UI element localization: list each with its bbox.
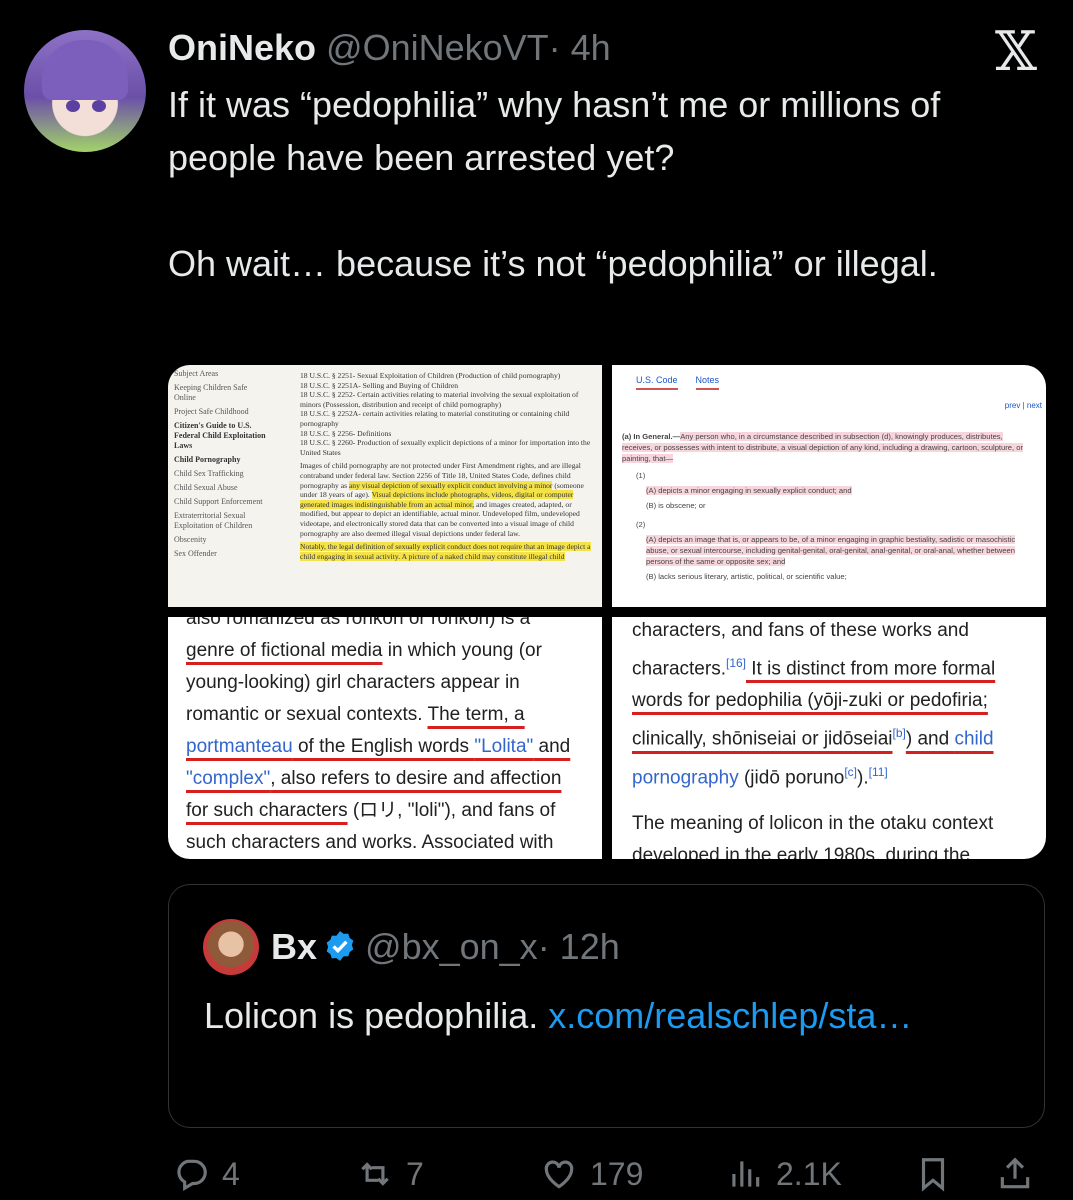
- quote-link[interactable]: x.com/realschlep/sta…: [548, 995, 912, 1036]
- uscode-tabs: U.S. Code Notes: [636, 375, 737, 390]
- bookmark-button[interactable]: [914, 1150, 964, 1198]
- repost-count: 7: [406, 1155, 424, 1192]
- share-icon: [1000, 1157, 1030, 1189]
- tweet-text: If it was “pedophilia” why hasn’t me or …: [168, 84, 941, 284]
- reply-count: 4: [222, 1155, 240, 1192]
- like-count: 179: [590, 1155, 644, 1192]
- prev-next-links: prev | next: [1004, 401, 1042, 410]
- quote-author-name[interactable]: Bx: [271, 926, 317, 967]
- quote-header: Bx @bx_on_x· 12h: [271, 925, 620, 969]
- author-handle[interactable]: @OniNekoVT: [326, 27, 549, 68]
- wiki-excerpt-lolicon: also romanized as rorikon or rorikon) is…: [186, 617, 571, 853]
- quoted-tweet[interactable]: Bx @bx_on_x· 12h Lolicon is pedophilia. x…: [168, 884, 1045, 1128]
- quote-author-handle[interactable]: @bx_on_x: [365, 926, 538, 967]
- action-bar: 4 7 179 2.1K: [168, 1150, 1048, 1198]
- reply-button[interactable]: 4: [172, 1150, 240, 1198]
- media-image-1[interactable]: Subject Areas Keeping Children Safe Onli…: [168, 365, 602, 607]
- media-grid[interactable]: Subject Areas Keeping Children Safe Onli…: [168, 365, 1046, 859]
- heart-icon: [544, 1160, 574, 1189]
- verified-badge-icon: [326, 931, 354, 961]
- like-button[interactable]: 179: [540, 1150, 643, 1198]
- wiki-excerpt-distinct: characters, and fans of these works and …: [632, 620, 996, 859]
- author-name[interactable]: OniNeko: [168, 27, 316, 68]
- doj-sidebar: Subject Areas Keeping Children Safe Onli…: [174, 369, 266, 558]
- media-image-3[interactable]: also romanized as rorikon or rorikon) is…: [168, 617, 602, 859]
- tweet-time[interactable]: · 4h: [549, 27, 611, 68]
- doj-document: 18 U.S.C. § 2251- Sexual Exploitation of…: [300, 371, 591, 561]
- quote-time[interactable]: · 12h: [538, 926, 620, 967]
- bookmark-icon: [921, 1158, 945, 1192]
- views-icon: [732, 1161, 760, 1187]
- repost-button[interactable]: 7: [356, 1150, 424, 1198]
- views-button[interactable]: 2.1K: [726, 1150, 842, 1198]
- media-image-2[interactable]: U.S. Code Notes prev | next (a) In Genera…: [612, 365, 1046, 607]
- views-count: 2.1K: [776, 1155, 842, 1192]
- quote-text: Lolicon is pedophilia. x.com/realschlep/…: [204, 995, 913, 1036]
- repost-icon: [361, 1162, 389, 1186]
- uscode-text: (a) In General.—Any person who, in a cir…: [622, 432, 1023, 581]
- tweet-header: OniNeko @OniNekoVT· 4h: [168, 26, 611, 70]
- reply-icon: [177, 1159, 207, 1192]
- media-image-4[interactable]: characters, and fans of these works and …: [612, 617, 1046, 859]
- quote-author-avatar[interactable]: [203, 919, 259, 975]
- x-logo-icon: 𝕏: [995, 20, 1037, 83]
- author-avatar[interactable]: [24, 30, 146, 152]
- share-button[interactable]: [996, 1150, 1046, 1198]
